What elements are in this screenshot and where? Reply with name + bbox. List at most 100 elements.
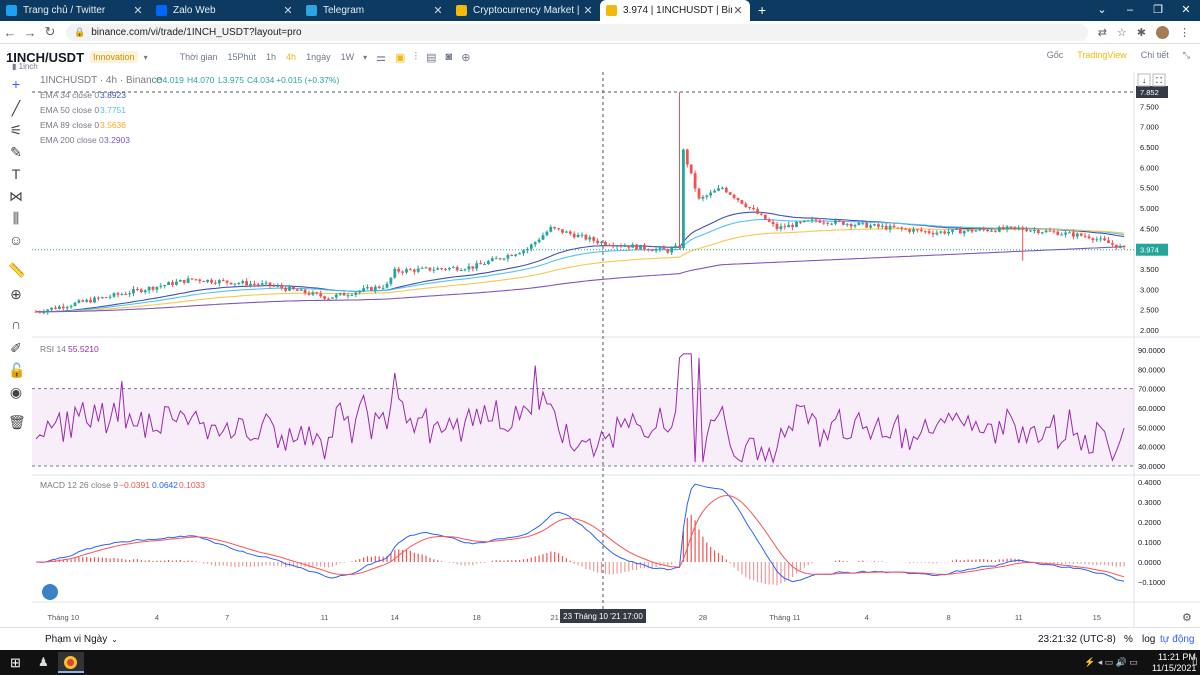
view-tradingview[interactable]: TradingView	[1077, 50, 1127, 61]
windows-start-icon[interactable]: ⊞	[10, 655, 21, 671]
brush-icon[interactable]: ✎	[8, 144, 24, 160]
trendline-icon[interactable]: ╱	[8, 100, 24, 116]
cloud-icon[interactable]	[42, 584, 58, 600]
maximize-button[interactable]: ❐	[1144, 0, 1172, 21]
camera-icon[interactable]: ◙	[446, 51, 453, 63]
close-icon[interactable]: ✕	[582, 4, 594, 17]
candle-body	[268, 282, 272, 286]
settings-sliders-icon[interactable]: ⚌	[376, 51, 386, 64]
notification-icon[interactable]: ▯	[1192, 656, 1198, 667]
ema200-value: 3.2903	[104, 135, 130, 145]
binance-icon	[606, 5, 617, 16]
extensions-icon[interactable]: ✱	[1137, 26, 1146, 39]
timeframe-1w[interactable]: 1W	[341, 52, 355, 62]
candle-body	[155, 286, 159, 290]
price-chart[interactable]: 7.852 7.500 7.000 6.500 6.000 5.500 5.000 4.500…	[32, 72, 1200, 627]
eye-icon[interactable]: ◉	[8, 384, 24, 400]
crosshair-icon[interactable]: +	[8, 76, 24, 92]
tab-search-icon[interactable]: ⌄	[1088, 0, 1116, 21]
layout-icon[interactable]: ▤	[426, 51, 436, 64]
fib-icon[interactable]: ⚟	[8, 122, 24, 138]
tab-telegram[interactable]: Telegram ✕	[300, 0, 450, 21]
candle-body	[986, 229, 989, 232]
url-field[interactable]: 🔒 binance.com/vi/trade/1INCH_USDT?layout=…	[66, 23, 1088, 41]
candle-body	[46, 309, 50, 313]
menu-icon[interactable]: ⋮	[1179, 26, 1190, 39]
emoji-icon[interactable]: ☺	[8, 232, 24, 248]
trash-icon[interactable]: 🗑	[8, 414, 26, 430]
chevron-down-icon[interactable]: ▾	[144, 53, 148, 62]
candle-body	[190, 278, 194, 280]
cortana-icon[interactable]: ♟	[38, 655, 49, 669]
candle-body	[1099, 238, 1103, 240]
lock-drawing-icon[interactable]: ✐	[8, 340, 24, 356]
close-icon[interactable]: ✕	[732, 4, 744, 17]
tab-label: 3.974 | 1INCHUSDT | Binance Sp	[623, 5, 732, 16]
chevron-down-icon[interactable]: ⌄	[111, 635, 118, 644]
date-range-selector[interactable]: Phạm vi Ngày	[45, 634, 107, 645]
timeframe-4h[interactable]: 4h	[286, 52, 296, 62]
percent-toggle[interactable]: %	[1124, 634, 1133, 645]
text-icon[interactable]: T	[8, 166, 24, 182]
timeframe-1d[interactable]: 1ngày	[306, 52, 331, 62]
tab-binance-active[interactable]: 3.974 | 1INCHUSDT | Binance Sp✕	[600, 0, 750, 21]
ruler-icon[interactable]: 📏	[8, 262, 25, 278]
auto-toggle[interactable]: tự động	[1160, 634, 1195, 645]
star-icon[interactable]: ☆	[1117, 26, 1127, 39]
chevron-down-icon[interactable]: ▾	[363, 53, 367, 62]
log-toggle[interactable]: log	[1142, 634, 1155, 645]
candle-body	[171, 282, 174, 285]
candle-body	[849, 223, 853, 227]
candle-body	[627, 245, 631, 248]
magnet-icon[interactable]: ∩	[8, 316, 24, 332]
back-icon[interactable]: ←	[0, 25, 20, 40]
candle-body	[884, 225, 888, 230]
prediction-icon[interactable]: ⫼	[8, 210, 24, 226]
candle-body	[1048, 230, 1052, 232]
collapse-icon[interactable]: ⤡	[1183, 50, 1190, 61]
pattern-icon[interactable]: ⋈	[8, 188, 24, 204]
unlock-icon[interactable]: 🔓	[8, 362, 25, 378]
time-tick: 4	[865, 613, 869, 622]
zoom-icon[interactable]: ⊕	[8, 286, 24, 302]
view-depth[interactable]: Chi tiết	[1141, 50, 1169, 61]
avatar[interactable]	[1156, 25, 1169, 39]
view-original[interactable]: Gốc	[1047, 50, 1064, 61]
time-tick: 8	[947, 613, 951, 622]
close-icon[interactable]: ✕	[432, 4, 444, 17]
timeframe-1h[interactable]: 1h	[266, 52, 276, 62]
candle-body	[186, 278, 190, 283]
tab-coin-market[interactable]: Cryptocurrency Market | Coin Pr✕	[450, 0, 600, 21]
timeframe-15m[interactable]: 15Phút	[228, 52, 257, 62]
gear-icon[interactable]: ⚙	[1182, 612, 1192, 624]
candle-body	[178, 279, 182, 282]
candle-body	[1036, 230, 1040, 233]
tab-twitter[interactable]: Trang chủ / Twitter ✕	[0, 0, 150, 21]
tab-zalo[interactable]: Zalo Web ✕	[150, 0, 300, 21]
close-icon[interactable]: ✕	[282, 4, 294, 17]
candle-body	[1029, 230, 1032, 232]
macd-tick: 0.0000	[1138, 558, 1161, 567]
new-tab-button[interactable]: +	[750, 0, 774, 21]
candle-body	[194, 279, 198, 281]
candle-body	[576, 235, 580, 238]
reload-icon[interactable]: ↻	[40, 24, 60, 40]
indicators-icon[interactable]: ⫶	[414, 51, 417, 64]
candle-body	[822, 222, 826, 224]
add-icon[interactable]: ⊕	[461, 51, 470, 64]
close-icon[interactable]: ✕	[132, 4, 144, 17]
candle-body	[463, 269, 467, 271]
forward-icon[interactable]: →	[20, 25, 40, 40]
candle-body	[935, 232, 939, 235]
candle-body	[795, 221, 798, 228]
minimize-button[interactable]: –	[1116, 0, 1144, 21]
legend-symbol: 1INCHUSDT · 4h · Binance	[40, 75, 163, 86]
system-tray-icons[interactable]: ⚡ ◂ ▭ 🔊 ▭	[1084, 657, 1138, 668]
candle-body	[549, 226, 553, 232]
bookmark-icon[interactable]: ▣	[395, 51, 405, 64]
translate-icon[interactable]: ⇄	[1098, 26, 1107, 39]
candle-body	[611, 245, 615, 247]
candle-body	[50, 307, 53, 310]
close-window-button[interactable]: ✕	[1172, 0, 1200, 21]
candle-body	[315, 292, 319, 294]
